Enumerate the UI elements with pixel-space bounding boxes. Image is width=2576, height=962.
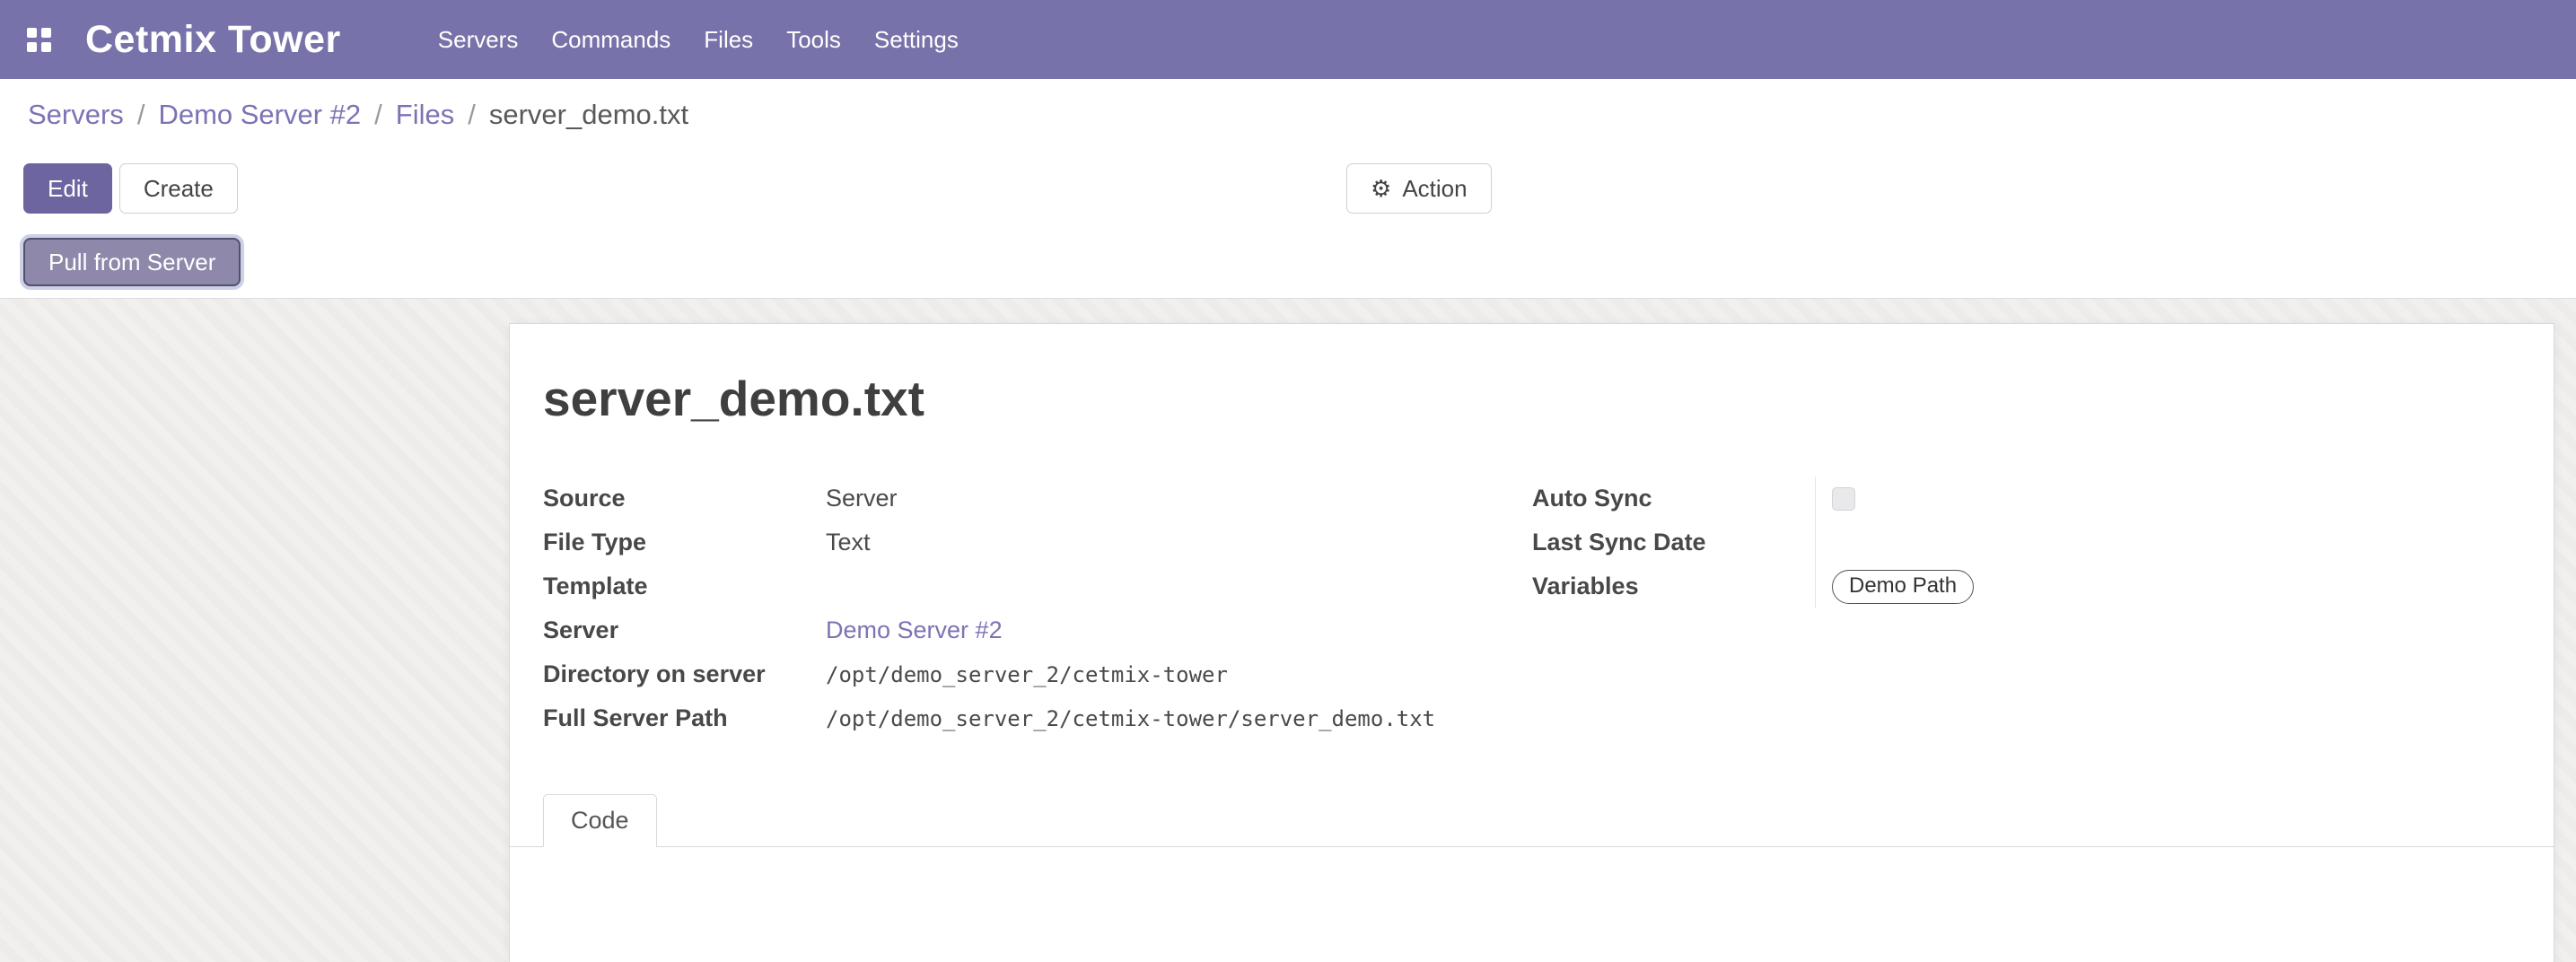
tab-code-content [543,847,2520,955]
breadcrumb-demo-server[interactable]: Demo Server #2 [158,99,361,131]
form-sheet: server_demo.txt Source Server File Type … [509,323,2554,962]
field-column-left: Source Server File Type Text Template Se… [543,477,1532,740]
field-value: /opt/demo_server_2/cetmix-tower/server_d… [826,706,1435,731]
field-label: File Type [543,529,826,556]
nav-item-files[interactable]: Files [704,26,753,54]
form-view-background: server_demo.txt Source Server File Type … [0,299,2576,962]
field-label: Auto Sync [1532,485,1815,512]
nav-item-tools[interactable]: Tools [786,26,841,54]
record-title: server_demo.txt [543,371,2520,427]
breadcrumb-separator: / [137,99,145,131]
field-template: Template [543,564,1532,608]
field-value: /opt/demo_server_2/cetmix-tower [826,662,1228,687]
field-file-type: File Type Text [543,520,1532,564]
main-menu: Servers Commands Files Tools Settings [438,26,959,54]
field-grid: Source Server File Type Text Template Se… [543,477,2520,740]
field-value-cell [1815,520,2520,564]
field-label: Last Sync Date [1532,529,1815,556]
nav-item-settings[interactable]: Settings [874,26,959,54]
tab-code-label: Code [571,807,629,834]
server-link[interactable]: Demo Server #2 [826,617,1003,644]
field-auto-sync: Auto Sync [1532,477,2520,520]
top-navbar: Cetmix Tower Servers Commands Files Tool… [0,0,2576,79]
action-button-label: Action [1402,175,1467,203]
button-row: Edit Create ⚙ Action [0,151,2576,226]
apps-grid-icon[interactable] [27,28,51,52]
breadcrumb-servers[interactable]: Servers [28,99,124,131]
app-brand[interactable]: Cetmix Tower [85,18,341,62]
nav-item-commands[interactable]: Commands [551,26,670,54]
field-label: Directory on server [543,660,826,688]
field-value-cell [1815,477,2520,520]
field-value-cell: Demo Path [1815,564,2520,608]
statusbar: Pull from Server [0,226,2576,298]
breadcrumb-separator: / [374,99,382,131]
pull-from-server-button[interactable]: Pull from Server [23,238,241,286]
field-server: Server Demo Server #2 [543,608,1532,652]
field-last-sync-date: Last Sync Date [1532,520,2520,564]
edit-button[interactable]: Edit [23,163,112,214]
field-directory-on-server: Directory on server /opt/demo_server_2/c… [543,652,1532,696]
breadcrumb-files[interactable]: Files [396,99,454,131]
action-button[interactable]: ⚙ Action [1346,163,1492,214]
auto-sync-checkbox[interactable] [1832,487,1855,511]
nav-item-servers[interactable]: Servers [438,26,519,54]
screen: { "navbar": { "brand": "Cetmix Tower", "… [0,0,2576,962]
field-full-server-path: Full Server Path /opt/demo_server_2/cetm… [543,696,1532,740]
notebook-tabs: Code [510,794,2554,847]
field-value: Text [826,529,871,556]
field-variables: Variables Demo Path [1532,564,2520,608]
field-source: Source Server [543,477,1532,520]
field-label: Template [543,573,826,600]
field-label: Variables [1532,573,1815,600]
field-column-right: Auto Sync Last Sync Date Variables Demo … [1532,477,2520,740]
gear-icon: ⚙ [1371,177,1391,200]
tab-code[interactable]: Code [543,794,657,847]
field-label: Server [543,617,826,644]
breadcrumb-separator: / [468,99,476,131]
breadcrumb-current: server_demo.txt [489,99,688,131]
breadcrumb: Servers / Demo Server #2 / Files / serve… [0,79,2576,151]
field-label: Source [543,485,826,512]
field-value: Server [826,485,898,512]
create-button[interactable]: Create [119,163,238,214]
variable-tag: Demo Path [1832,570,1974,604]
control-panel: Servers / Demo Server #2 / Files / serve… [0,79,2576,299]
field-label: Full Server Path [543,704,826,732]
